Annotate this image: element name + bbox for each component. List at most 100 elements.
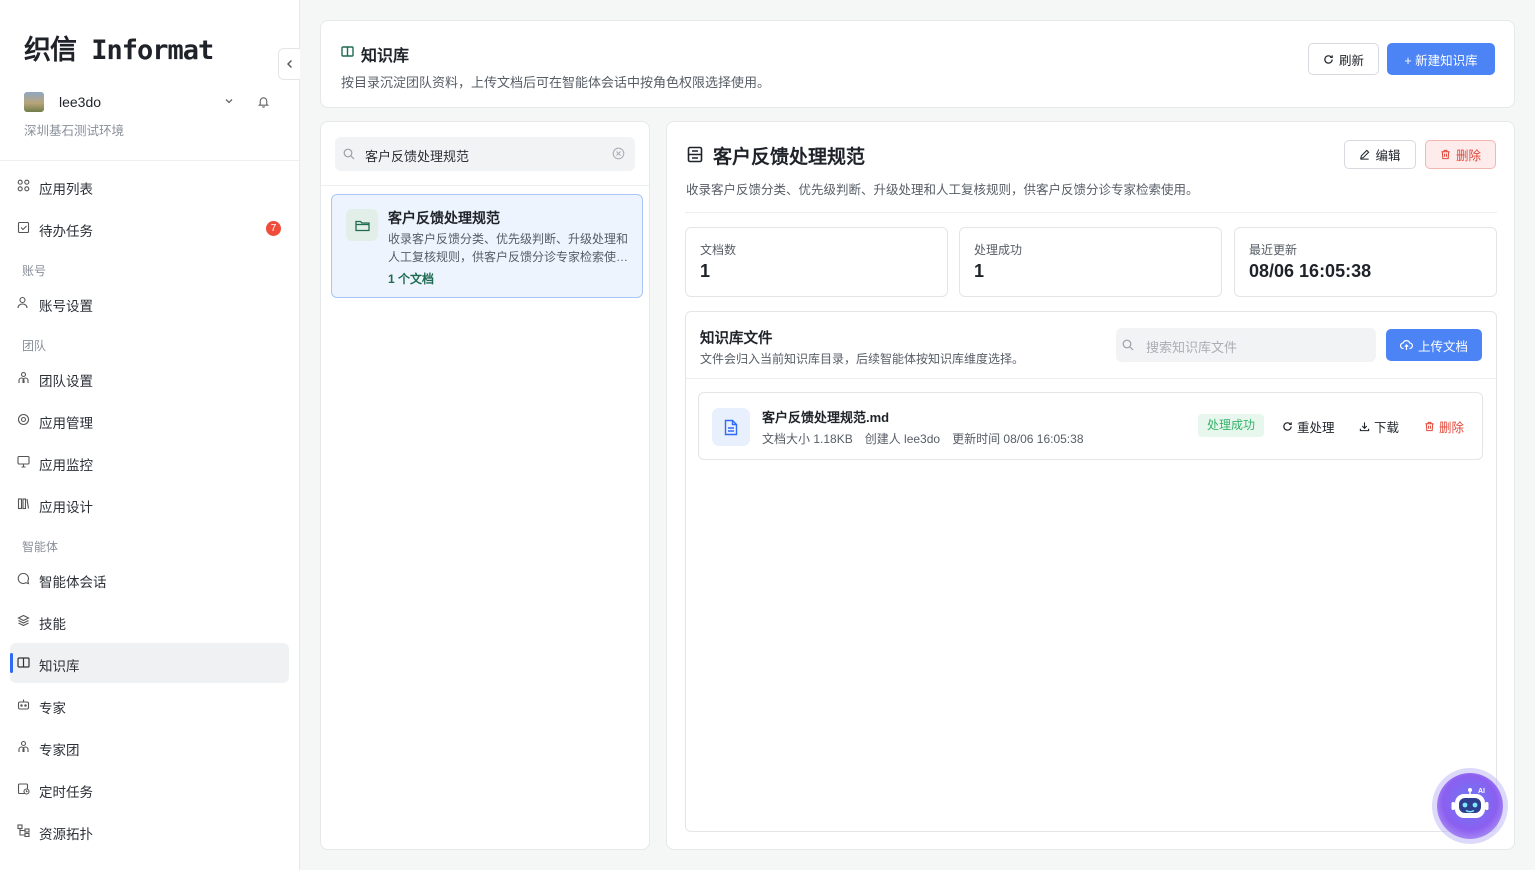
files-title: 知识库文件 xyxy=(700,331,773,347)
sidebar-item-resource-topology[interactable]: 资源拓扑 xyxy=(10,811,289,851)
refresh-icon xyxy=(1324,54,1333,64)
edit-button[interactable]: 编辑 xyxy=(1344,140,1416,169)
sidebar-item-app-monitor[interactable]: 应用监控 xyxy=(10,442,289,482)
sidebar-item-label: 定时任务 xyxy=(39,785,93,800)
sidebar-item-apps[interactable]: 应用列表 xyxy=(10,166,289,206)
new-knowledge-base-button[interactable]: + 新建知识库 xyxy=(1387,43,1495,75)
gear-icon xyxy=(17,413,30,426)
section-title-account: 账号 xyxy=(22,264,47,278)
app-logo: 织信 Informat xyxy=(24,35,214,66)
stat-card-last-updated: 最近更新 08/06 16:05:38 xyxy=(1234,227,1497,297)
collapse-sidebar-button[interactable] xyxy=(278,48,300,80)
edit-icon xyxy=(1360,149,1370,160)
user-settings-icon xyxy=(17,296,30,309)
file-search-placeholder: 搜索知识库文件 xyxy=(1146,340,1238,355)
files-subtitle: 文件会归入当前知识库目录，后续智能体按知识库维度选择。 xyxy=(700,352,1025,366)
file-search-input[interactable]: 搜索知识库文件 xyxy=(1116,328,1376,362)
divider xyxy=(321,185,649,186)
download-button[interactable]: 下载 xyxy=(1359,417,1399,436)
stat-card-success: 处理成功 1 xyxy=(959,227,1222,297)
page-description: 按目录沉淀团队资料，上传文档后可在智能体会话中按角色权限选择使用。 xyxy=(341,75,771,90)
trash-icon xyxy=(1425,421,1434,432)
refresh-button[interactable]: 刷新 xyxy=(1308,43,1379,75)
topology-icon xyxy=(17,824,30,837)
sidebar-item-experts[interactable]: 专家 xyxy=(10,685,289,725)
sidebar-item-label: 待办任务 xyxy=(39,224,93,239)
sidebar-item-knowledge-base[interactable]: 知识库 xyxy=(10,643,289,683)
sidebar-item-expert-team[interactable]: 专家团 xyxy=(10,727,289,767)
file-updated: 更新时间 08/06 16:05:38 xyxy=(952,432,1084,446)
refresh-label: 刷新 xyxy=(1338,53,1364,68)
delete-file-button[interactable]: 删除 xyxy=(1424,417,1464,436)
sidebar-item-label: 应用设计 xyxy=(39,500,93,515)
divider xyxy=(685,212,1497,213)
knowledge-base-search[interactable]: 客户反馈处理规范 xyxy=(335,137,635,171)
monitor-icon xyxy=(17,455,30,468)
sidebar-item-label: 专家 xyxy=(39,701,66,716)
sidebar-item-account-settings[interactable]: 账号设置 xyxy=(10,283,289,323)
sidebar-item-label: 技能 xyxy=(39,617,66,632)
sidebar-item-label: 应用管理 xyxy=(39,416,93,431)
section-title-agent: 智能体 xyxy=(22,540,59,554)
divider xyxy=(686,378,1496,379)
avatar xyxy=(24,92,44,112)
svg-text:AI: AI xyxy=(1478,788,1485,795)
database-icon xyxy=(687,146,703,163)
sidebar-item-skills[interactable]: 技能 xyxy=(10,601,289,641)
delete-file-label: 删除 xyxy=(1439,421,1465,435)
delete-knowledge-base-button[interactable]: 删除 xyxy=(1425,140,1496,169)
stat-label: 最近更新 xyxy=(1249,243,1298,257)
apps-grid-icon xyxy=(17,179,30,192)
knowledge-base-description: 收录客户反馈分类、优先级判断、升级处理和人工复核规则，供客户反馈分诊专家检索使用… xyxy=(388,232,629,264)
sidebar-item-label: 团队设置 xyxy=(39,374,93,389)
stat-label: 处理成功 xyxy=(974,243,1023,257)
section-title-team: 团队 xyxy=(22,339,47,353)
edit-label: 编辑 xyxy=(1375,149,1401,163)
list-item[interactable]: 客户反馈处理规范 收录客户反馈分类、优先级判断、升级处理和人工复核规则，供客户反… xyxy=(331,194,643,298)
document-icon xyxy=(712,408,750,446)
stat-value: 1 xyxy=(700,261,711,281)
chevron-left-icon xyxy=(286,60,292,68)
user-name: lee3do xyxy=(59,94,102,110)
sidebar-item-label: 账号设置 xyxy=(39,299,93,314)
sidebar-item-label: 专家团 xyxy=(39,743,80,758)
file-size: 文档大小 1.18KB xyxy=(762,432,853,446)
upload-label: 上传文档 xyxy=(1417,339,1468,354)
user-menu[interactable]: lee3do xyxy=(24,92,274,112)
document-count: 1 个文档 xyxy=(388,272,435,286)
ai-assistant-button[interactable]: AI xyxy=(1437,773,1503,839)
file-meta: 文档大小 1.18KB 创建人 lee3do 更新时间 08/06 16:05:… xyxy=(762,430,1084,447)
clear-icon[interactable] xyxy=(612,147,625,160)
stat-value: 1 xyxy=(974,261,985,281)
sidebar-item-agent-chat[interactable]: 智能体会话 xyxy=(10,559,289,599)
search-icon xyxy=(1122,339,1134,351)
robot-icon xyxy=(17,698,30,711)
knowledge-base-list-panel: 客户反馈处理规范 客户反馈处理规范 收录客户反馈分类、优先级判断、升级处理和人工… xyxy=(320,121,650,850)
reprocess-button[interactable]: 重处理 xyxy=(1282,417,1335,436)
status-badge: 处理成功 xyxy=(1198,414,1265,437)
clock-icon xyxy=(17,782,30,795)
upload-document-button[interactable]: 上传文档 xyxy=(1386,329,1482,361)
trash-icon xyxy=(1441,149,1450,160)
sidebar-item-team-settings[interactable]: 团队设置 xyxy=(10,358,289,398)
detail-title: 客户反馈处理规范 xyxy=(713,147,866,168)
sidebar-item-todo[interactable]: 待办任务 7 xyxy=(10,208,289,248)
chevron-down-icon[interactable] xyxy=(224,96,234,106)
sidebar-item-scheduled-tasks[interactable]: 定时任务 xyxy=(10,769,289,809)
sidebar-item-label: 应用列表 xyxy=(39,182,93,197)
knowledge-base-name: 客户反馈处理规范 xyxy=(388,210,500,226)
search-input[interactable]: 客户反馈处理规范 xyxy=(365,146,469,165)
stat-value: 08/06 16:05:38 xyxy=(1249,261,1372,281)
team-icon xyxy=(17,740,30,753)
book-icon xyxy=(17,656,30,669)
file-name[interactable]: 客户反馈处理规范.md xyxy=(762,407,889,426)
page-header: 知识库 按目录沉淀团队资料，上传文档后可在智能体会话中按角色权限选择使用。 刷新… xyxy=(320,20,1515,108)
reprocess-label: 重处理 xyxy=(1297,421,1335,435)
divider xyxy=(0,160,299,161)
stat-label: 文档数 xyxy=(700,243,737,257)
sidebar-item-app-management[interactable]: 应用管理 xyxy=(10,400,289,440)
bell-icon[interactable] xyxy=(257,95,270,108)
environment-label: 深圳基石测试环境 xyxy=(24,124,125,138)
sidebar-item-app-design[interactable]: 应用设计 xyxy=(10,484,289,524)
page-title: 知识库 xyxy=(361,48,410,65)
